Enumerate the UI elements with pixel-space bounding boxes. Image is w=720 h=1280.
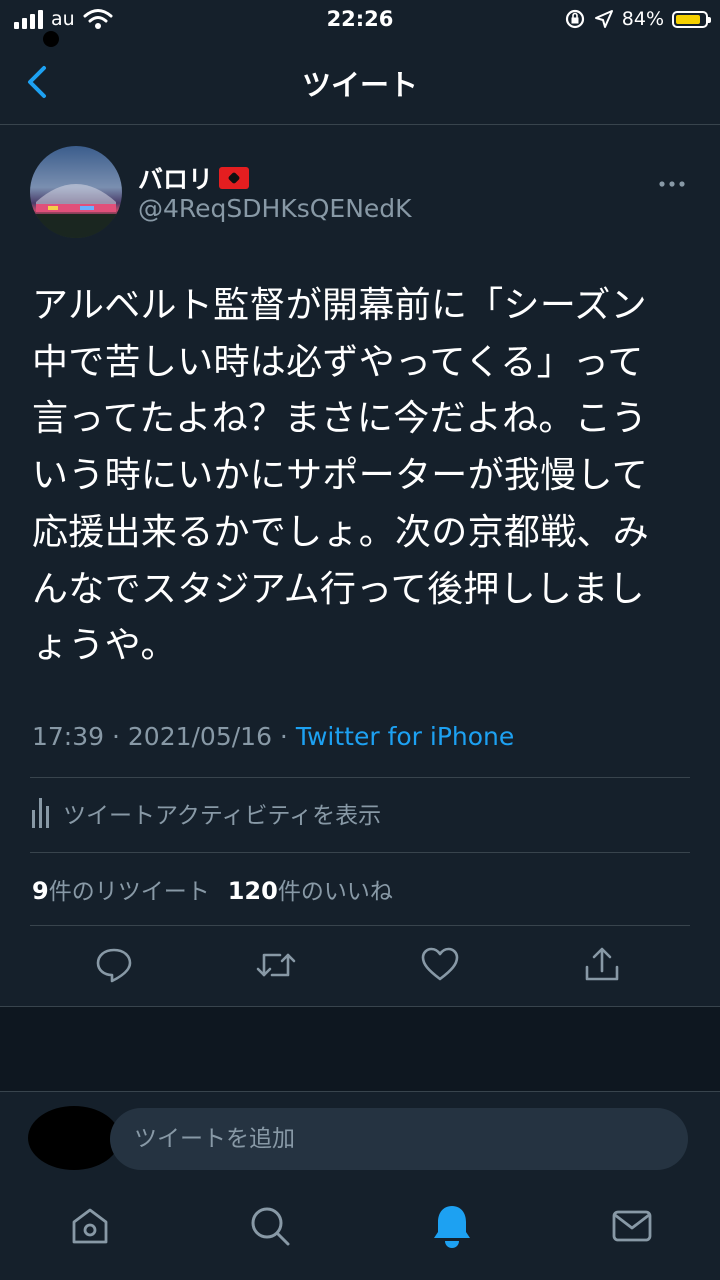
tweet-text-line: アルベルト監督が開幕前に「シーズン <box>32 285 647 326</box>
avatar[interactable] <box>30 146 122 238</box>
tweet-text-line: ょうや。 <box>32 625 177 667</box>
status-bar: au 22:26 84% <box>0 0 720 40</box>
share-icon <box>585 947 619 981</box>
nav-header: ツイート <box>0 40 720 125</box>
tab-search[interactable] <box>246 1202 294 1250</box>
albania-flag-icon <box>219 167 250 189</box>
heart-icon <box>421 947 459 981</box>
tweet-text-line: いう時にいかにサポーターが我慢して <box>32 455 649 497</box>
like-label: 件のいいね <box>277 879 393 905</box>
retweet-button[interactable] <box>254 940 298 990</box>
tab-home[interactable] <box>66 1202 114 1250</box>
status-right: 84% <box>564 8 711 30</box>
tab-messages[interactable] <box>608 1202 656 1250</box>
tweet-stats: 9件のリツイート 120件のいいね <box>32 872 393 906</box>
more-icon <box>659 181 685 187</box>
battery-level <box>676 14 700 24</box>
search-icon <box>251 1207 290 1246</box>
tweet-text-line: んなでスタジアム行って後押ししまし <box>32 568 645 610</box>
meta-separator: · <box>271 722 296 751</box>
page-title: ツイート <box>301 68 418 102</box>
more-options-button[interactable] <box>658 166 686 194</box>
tweet-meta: 17:39 · 2021/05/16 · Twitter for iPhone <box>32 722 514 751</box>
tweet-source-link[interactable]: Twitter for iPhone <box>296 722 514 751</box>
tweet-time: 17:39 <box>32 722 105 751</box>
like-button[interactable] <box>418 940 462 990</box>
tweet-text-line: 言ってたよね？まさに今だよね。こう <box>32 398 648 440</box>
reply-icon <box>96 948 132 983</box>
tweet-text-line: 中で苦しい時は必ずやってくる」って <box>32 341 644 383</box>
tweet-actions <box>0 940 720 1000</box>
notifications-icon <box>434 1206 470 1248</box>
stadium-image <box>30 184 122 238</box>
retweet-icon <box>256 953 296 977</box>
tweet-text: アルベルト監督が開幕前に「シーズン 中で苦しい時は必ずやってくる」って 言ってた… <box>32 278 682 675</box>
activity-icon <box>32 798 49 828</box>
messages-icon <box>612 1210 652 1242</box>
user-handle[interactable]: @4ReqSDHKsQENedK <box>138 194 412 223</box>
orientation-lock-icon <box>565 9 584 29</box>
divider <box>30 777 690 778</box>
tab-notifications[interactable] <box>428 1202 476 1250</box>
activity-label: ツイートアクティビティを表示 <box>63 803 382 829</box>
retweet-label: 件のリツイート <box>48 879 210 905</box>
retweet-count: 9 <box>32 877 49 905</box>
display-name-text: バロリ <box>138 165 214 194</box>
like-count: 120 <box>227 877 278 905</box>
likes-stat[interactable]: 120件のいいね <box>227 877 393 905</box>
share-button[interactable] <box>580 940 624 990</box>
empty-replies-area <box>0 1006 720 1092</box>
home-icon <box>72 1208 108 1244</box>
battery-icon <box>672 10 711 28</box>
retweets-stat[interactable]: 9件のリツイート <box>32 877 210 905</box>
reply-button[interactable] <box>92 940 136 990</box>
meta-separator: · <box>104 722 128 751</box>
reply-input[interactable] <box>110 1108 688 1170</box>
tweet-activity-button[interactable]: ツイートアクティビティを表示 <box>32 796 381 830</box>
divider <box>30 852 690 853</box>
display-name[interactable]: バロリ <box>138 160 250 196</box>
my-avatar-redacted <box>28 1106 120 1170</box>
tweet-date: 2021/05/16 <box>127 722 272 751</box>
tweet-author: バロリ @4ReqSDHKsQENedK <box>30 146 700 238</box>
location-icon <box>594 10 613 28</box>
divider <box>30 925 690 926</box>
battery-percent: 84% <box>621 8 664 30</box>
tweet-text-line: 応援出来るかでしょ。次の京都戦、み <box>32 511 650 553</box>
tab-bar <box>0 1192 720 1280</box>
